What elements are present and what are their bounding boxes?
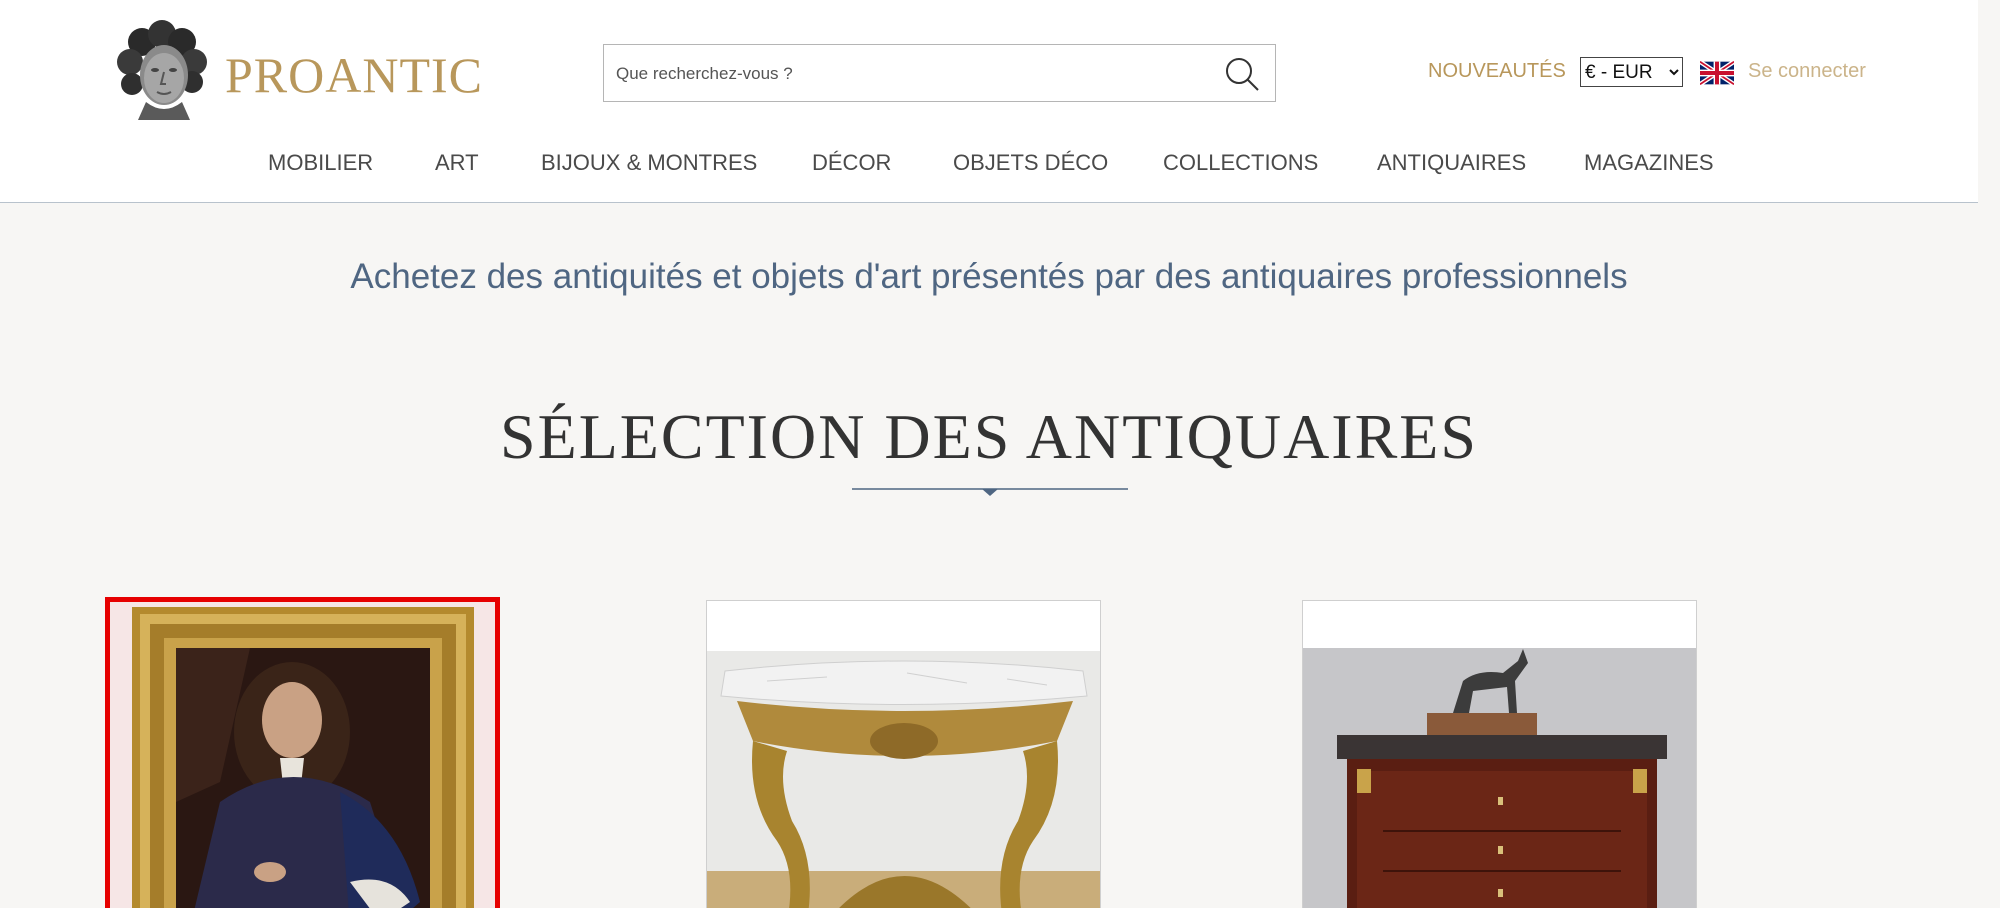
search-bar: [603, 44, 1276, 102]
nav-item-decor[interactable]: DÉCOR: [812, 150, 891, 176]
currency-select[interactable]: € - EUR: [1580, 57, 1683, 87]
uk-flag-icon[interactable]: [1698, 59, 1736, 87]
product-card-portrait[interactable]: [105, 597, 500, 908]
nav-item-bijoux-montres[interactable]: BIJOUX & MONTRES: [541, 150, 757, 176]
search-input[interactable]: [616, 59, 1196, 89]
tagline: Achetez des antiquités et objets d'art p…: [350, 257, 1628, 296]
nav-item-collections[interactable]: COLLECTIONS: [1163, 150, 1318, 176]
nav-item-magazines[interactable]: MAGAZINES: [1584, 150, 1714, 176]
site-header: PROANTIC NOUVEAUTÉS € - EUR Se connecter…: [0, 0, 1978, 203]
nav-item-objets-deco[interactable]: OBJETS DÉCO: [953, 150, 1108, 176]
section-title: SÉLECTION DES ANTIQUAIRES: [500, 401, 1478, 472]
login-link[interactable]: Se connecter: [1748, 60, 1866, 83]
title-divider: [852, 486, 1128, 500]
logo-text[interactable]: PROANTIC: [225, 46, 483, 104]
nav-item-antiquaires[interactable]: ANTIQUAIRES: [1377, 150, 1526, 176]
product-card-console[interactable]: [706, 600, 1101, 908]
nav-item-mobilier[interactable]: MOBILIER: [268, 150, 373, 176]
main-nav: MOBILIER ART BIJOUX & MONTRES DÉCOR OBJE…: [0, 150, 1978, 180]
logo-icon[interactable]: [112, 20, 212, 122]
search-icon[interactable]: [1223, 55, 1261, 93]
product-card-commode[interactable]: [1302, 600, 1697, 908]
nav-item-art[interactable]: ART: [435, 150, 479, 176]
nouveautes-link[interactable]: NOUVEAUTÉS: [1428, 60, 1566, 83]
